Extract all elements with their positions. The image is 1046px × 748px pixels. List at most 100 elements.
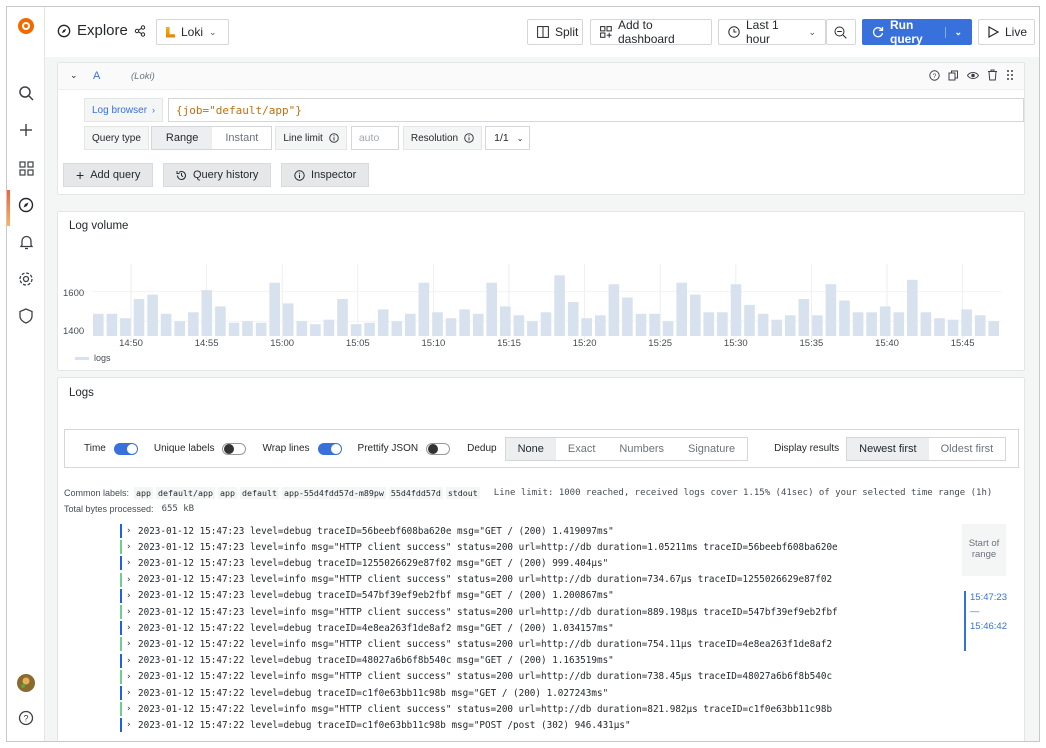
volume-bar[interactable] <box>432 312 443 336</box>
volume-bar[interactable] <box>296 321 308 336</box>
split-button[interactable]: Split <box>527 19 583 45</box>
volume-bar[interactable] <box>988 321 999 336</box>
volume-bar[interactable] <box>934 318 945 336</box>
avatar[interactable] <box>15 672 37 694</box>
eye-icon[interactable] <box>967 70 979 81</box>
log-row[interactable]: › 2023-01-12 15:47:23 level=debug traceID… <box>120 555 608 571</box>
volume-bar[interactable] <box>608 284 620 336</box>
volume-bar[interactable] <box>947 319 959 336</box>
log-row[interactable]: › 2023-01-12 15:47:23 level=info msg="HTT… <box>120 539 838 555</box>
volume-bar[interactable] <box>459 309 470 336</box>
volume-bar[interactable] <box>391 321 403 336</box>
chart-legend[interactable]: logs <box>75 353 111 363</box>
volume-bar[interactable] <box>757 313 769 336</box>
volume-bar[interactable] <box>920 312 932 336</box>
dashboards-icon[interactable] <box>15 157 37 179</box>
volume-bar[interactable] <box>377 309 389 336</box>
expand-chevron-icon[interactable]: › <box>126 639 134 649</box>
volume-bar[interactable] <box>554 275 565 336</box>
run-query-button[interactable]: Run query ⌄ <box>862 18 972 46</box>
log-row[interactable]: › 2023-01-12 15:47:22 level=debug traceID… <box>120 653 614 669</box>
volume-bar[interactable] <box>350 324 362 336</box>
log-row[interactable]: › 2023-01-12 15:47:23 level=info msg="HTT… <box>120 604 838 620</box>
volume-bar[interactable] <box>418 282 430 336</box>
volume-bar[interactable] <box>445 318 457 336</box>
resolution-select[interactable]: 1/1 ⌄ <box>485 126 531 150</box>
expand-chevron-icon[interactable]: › <box>126 623 134 633</box>
volume-bar[interactable] <box>907 279 918 336</box>
volume-bar[interactable] <box>500 306 511 336</box>
expand-chevron-icon[interactable]: › <box>126 575 134 585</box>
volume-bar[interactable] <box>852 312 864 336</box>
volume-bar[interactable] <box>486 282 497 336</box>
volume-bar[interactable] <box>310 324 321 336</box>
log-row[interactable]: › 2023-01-12 15:47:22 level=debug traceID… <box>120 717 631 733</box>
volume-bar[interactable] <box>581 318 592 336</box>
volume-bar[interactable] <box>93 313 104 336</box>
zoom-out-button[interactable] <box>826 19 856 45</box>
volume-bar[interactable] <box>540 312 552 336</box>
volume-bar[interactable] <box>825 284 837 336</box>
log-row[interactable]: › 2023-01-12 15:47:23 level=info msg="HTT… <box>120 572 832 588</box>
volume-bar[interactable] <box>120 318 131 336</box>
log-row[interactable]: › 2023-01-12 15:47:23 level=debug traceID… <box>120 523 614 539</box>
volume-bar[interactable] <box>174 321 185 336</box>
query-history-button[interactable]: Query history <box>163 163 272 187</box>
shield-icon[interactable] <box>15 305 37 327</box>
volume-bar[interactable] <box>337 299 348 336</box>
volume-bar[interactable] <box>513 315 525 336</box>
expand-chevron-icon[interactable]: › <box>126 720 134 730</box>
volume-bar[interactable] <box>188 312 199 336</box>
time-toggle[interactable] <box>113 442 138 455</box>
volume-bar[interactable] <box>961 309 972 336</box>
chevron-down-icon[interactable]: ⌄ <box>945 26 962 38</box>
expand-chevron-icon[interactable]: › <box>126 526 134 536</box>
volume-bar[interactable] <box>323 319 335 336</box>
volume-bar[interactable] <box>649 313 660 336</box>
volume-bar[interactable] <box>744 304 755 336</box>
unique-labels-toggle[interactable] <box>222 442 247 455</box>
log-row[interactable]: › 2023-01-12 15:47:22 level=info msg="HTT… <box>120 701 832 717</box>
volume-bar[interactable] <box>730 284 742 336</box>
volume-bar[interactable] <box>798 299 810 336</box>
volume-bar[interactable] <box>242 321 253 336</box>
volume-bar[interactable] <box>595 315 606 336</box>
dedup-signature[interactable]: Signature <box>676 438 747 460</box>
add-query-button[interactable]: + Add query <box>63 163 154 187</box>
dedup-none[interactable]: None <box>505 437 556 460</box>
volume-bar[interactable] <box>567 302 579 336</box>
expand-chevron-icon[interactable]: › <box>126 607 134 617</box>
query-expression-input[interactable]: {job="default/app"} <box>168 98 1024 122</box>
volume-bar[interactable] <box>893 312 905 336</box>
log-row[interactable]: › 2023-01-12 15:47:23 level=debug traceID… <box>120 588 614 604</box>
inspector-button[interactable]: Inspector <box>281 163 370 187</box>
volume-bar[interactable] <box>228 322 240 336</box>
expand-chevron-icon[interactable]: › <box>126 656 134 666</box>
time-range-picker[interactable]: Last 1 hour ⌄ <box>718 18 826 46</box>
live-button[interactable]: Live <box>978 19 1035 45</box>
expand-chevron-icon[interactable]: › <box>126 672 134 682</box>
volume-bar[interactable] <box>472 313 484 336</box>
help-icon[interactable]: ? <box>929 69 940 81</box>
volume-bar[interactable] <box>879 306 891 336</box>
volume-bar[interactable] <box>106 313 118 336</box>
volume-bar[interactable] <box>676 282 687 336</box>
volume-bar[interactable] <box>269 282 280 336</box>
volume-bar[interactable] <box>703 312 715 336</box>
volume-bar[interactable] <box>866 312 877 336</box>
logs-navigation-range[interactable]: 15:47:23 — 15:46:42 <box>964 591 1010 651</box>
wrap-lines-toggle[interactable] <box>317 442 342 455</box>
volume-bar[interactable] <box>662 321 674 336</box>
line-limit-input[interactable]: auto <box>350 126 399 150</box>
order-oldest-first[interactable]: Oldest first <box>929 438 1006 460</box>
datasource-picker[interactable]: Loki ⌄ <box>156 19 229 45</box>
expand-chevron-icon[interactable]: › <box>126 591 134 601</box>
prettify-json-toggle[interactable] <box>426 442 451 455</box>
grafana-logo[interactable] <box>15 15 37 37</box>
volume-bar[interactable] <box>974 315 986 336</box>
volume-bar[interactable] <box>771 319 782 336</box>
gear-icon[interactable] <box>15 268 37 290</box>
volume-bar[interactable] <box>690 294 701 336</box>
share-icon[interactable] <box>134 24 146 37</box>
volume-bar[interactable] <box>282 303 294 336</box>
